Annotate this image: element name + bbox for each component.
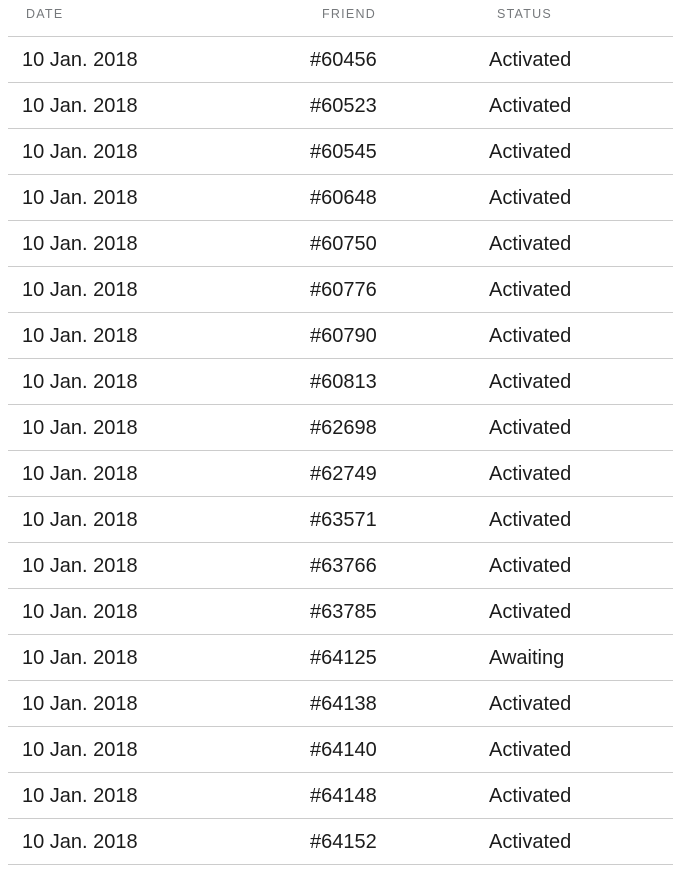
cell-friend-id: #64138 [310,693,377,715]
cell-status: Activated [489,509,572,531]
cell-date: 10 Jan. 2018 [22,187,138,209]
table-row[interactable]: 10 Jan. 2018 #64140 Activated [0,727,678,773]
cell-date: 10 Jan. 2018 [22,49,138,71]
cell-friend-id: #63785 [310,601,377,623]
cell-status: Activated [489,233,572,255]
cell-status: Activated [489,693,572,715]
table-row[interactable]: 10 Jan. 2018 #64152 Activated [0,819,678,865]
cell-status: Activated [489,785,572,807]
cell-friend-id: #63571 [310,509,377,531]
cell-date: 10 Jan. 2018 [22,601,138,623]
cell-friend-id: #64140 [310,739,377,761]
cell-friend-id: #62698 [310,417,377,439]
column-header-friend[interactable]: FRIEND [322,7,376,21]
cell-friend-id: #60456 [310,49,377,71]
table-row[interactable]: 10 Jan. 2018 #60790 Activated [0,313,678,359]
cell-friend-id: #60813 [310,371,377,393]
cell-friend-id: #64125 [310,647,377,669]
table-row[interactable]: 10 Jan. 2018 #60545 Activated [0,129,678,175]
table-row[interactable]: 10 Jan. 2018 #60456 Activated [0,37,678,83]
table-row[interactable]: 10 Jan. 2018 #64138 Activated [0,681,678,727]
cell-date: 10 Jan. 2018 [22,141,138,163]
table-row[interactable]: 10 Jan. 2018 #60813 Activated [0,359,678,405]
table-row[interactable]: 10 Jan. 2018 #63785 Activated [0,589,678,635]
table-row[interactable]: 10 Jan. 2018 #63766 Activated [0,543,678,589]
cell-friend-id: #60523 [310,95,377,117]
cell-friend-id: #64148 [310,785,377,807]
table-row[interactable]: 10 Jan. 2018 #60523 Activated [0,83,678,129]
cell-date: 10 Jan. 2018 [22,325,138,347]
cell-date: 10 Jan. 2018 [22,463,138,485]
table-body: 10 Jan. 2018 #60456 Activated 10 Jan. 2018 #… [0,37,678,865]
cell-date: 10 Jan. 2018 [22,693,138,715]
cell-date: 10 Jan. 2018 [22,95,138,117]
cell-status: Activated [489,49,572,71]
cell-date: 10 Jan. 2018 [22,739,138,761]
cell-status: Activated [489,417,572,439]
table-header-row: DATE FRIEND STATUS [0,0,678,37]
cell-status: Activated [489,279,572,301]
cell-friend-id: #63766 [310,555,377,577]
cell-status: Activated [489,187,572,209]
cell-friend-id: #62749 [310,463,377,485]
table-row[interactable]: 10 Jan. 2018 #60750 Activated [0,221,678,267]
table-row[interactable]: 10 Jan. 2018 #64148 Activated [0,773,678,819]
cell-status: Activated [489,325,572,347]
column-header-status[interactable]: STATUS [497,7,552,21]
cell-status: Activated [489,739,572,761]
cell-status: Activated [489,831,572,853]
table-row[interactable]: 10 Jan. 2018 #63571 Activated [0,497,678,543]
cell-status: Activated [489,601,572,623]
cell-date: 10 Jan. 2018 [22,509,138,531]
table-row[interactable]: 10 Jan. 2018 #62698 Activated [0,405,678,451]
cell-date: 10 Jan. 2018 [22,555,138,577]
cell-status: Awaiting [489,647,565,669]
table-row[interactable]: 10 Jan. 2018 #60648 Activated [0,175,678,221]
cell-friend-id: #60776 [310,279,377,301]
cell-date: 10 Jan. 2018 [22,831,138,853]
cell-status: Activated [489,141,572,163]
cell-friend-id: #60545 [310,141,377,163]
cell-status: Activated [489,463,572,485]
cell-friend-id: #60648 [310,187,377,209]
cell-date: 10 Jan. 2018 [22,371,138,393]
cell-date: 10 Jan. 2018 [22,785,138,807]
cell-status: Activated [489,95,572,117]
row-divider [8,864,673,865]
column-header-date[interactable]: DATE [26,7,63,21]
table-row[interactable]: 10 Jan. 2018 #62749 Activated [0,451,678,497]
cell-date: 10 Jan. 2018 [22,417,138,439]
cell-status: Activated [489,371,572,393]
cell-friend-id: #64152 [310,831,377,853]
cell-date: 10 Jan. 2018 [22,647,138,669]
cell-friend-id: #60750 [310,233,377,255]
cell-status: Activated [489,555,572,577]
cell-friend-id: #60790 [310,325,377,347]
cell-date: 10 Jan. 2018 [22,233,138,255]
referral-history-table: DATE FRIEND STATUS 10 Jan. 2018 #60456 Act… [0,0,678,865]
table-row[interactable]: 10 Jan. 2018 #60776 Activated [0,267,678,313]
cell-date: 10 Jan. 2018 [22,279,138,301]
table-row[interactable]: 10 Jan. 2018 #64125 Awaiting [0,635,678,681]
